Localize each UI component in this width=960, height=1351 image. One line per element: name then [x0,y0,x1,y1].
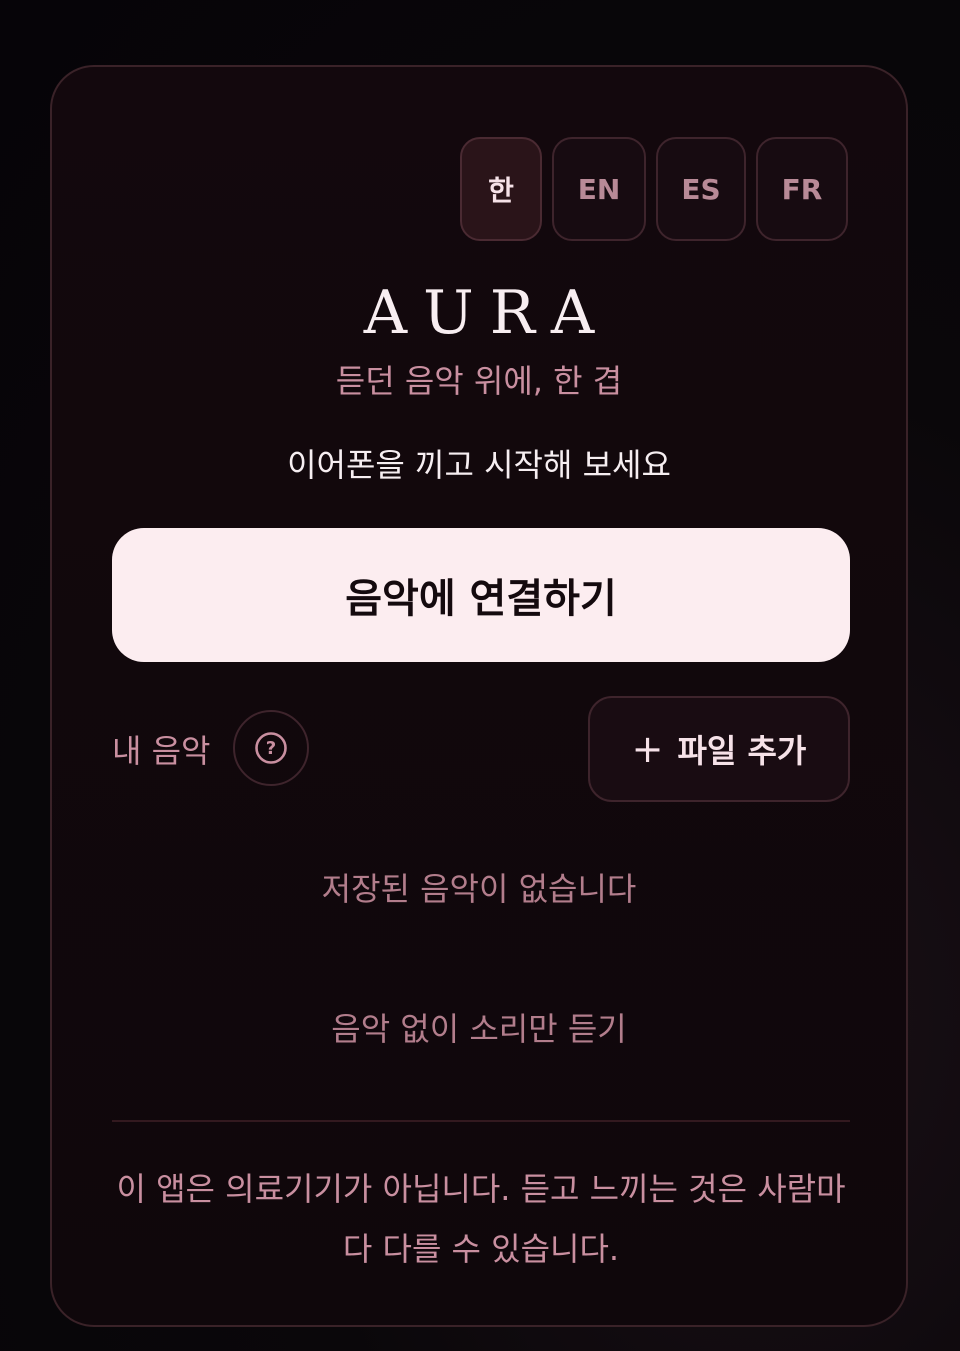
my-music-label: 내 음악 [112,732,211,770]
language-selector: 한 EN ES FR [460,137,848,241]
app-subtitle: 듣던 음악 위에, 한 겹 [335,362,623,400]
help-button[interactable]: ? [233,710,309,786]
divider [112,1120,850,1122]
lang-button-en[interactable]: EN [552,137,646,241]
help-glyph: ? [266,738,276,759]
connect-music-button[interactable]: 음악에 연결하기 [112,528,850,662]
empty-library-message: 저장된 음악이 없습니다 [321,870,637,908]
lang-button-es[interactable]: ES [656,137,746,241]
question-circle-icon: ? [255,732,287,764]
sound-only-link[interactable]: 음악 없이 소리만 듣기 [52,1007,906,1051]
main-card: 한 EN ES FR AURA 듣던 음악 위에, 한 겹 이어폰을 끼고 시작… [50,65,908,1327]
medical-disclaimer: 이 앱은 의료기기가 아닙니다. 듣고 느끼는 것은 사람마다 다를 수 있습니… [116,1170,846,1268]
start-prompt: 이어폰을 끼고 시작해 보세요 [287,446,671,484]
add-file-label: 파일 추가 [677,732,807,770]
lang-button-ko[interactable]: 한 [460,137,542,241]
lang-button-fr[interactable]: FR [756,137,848,241]
add-file-button[interactable]: + 파일 추가 [588,696,850,802]
app-title: AURA [363,278,611,348]
plus-icon: + [631,727,664,771]
